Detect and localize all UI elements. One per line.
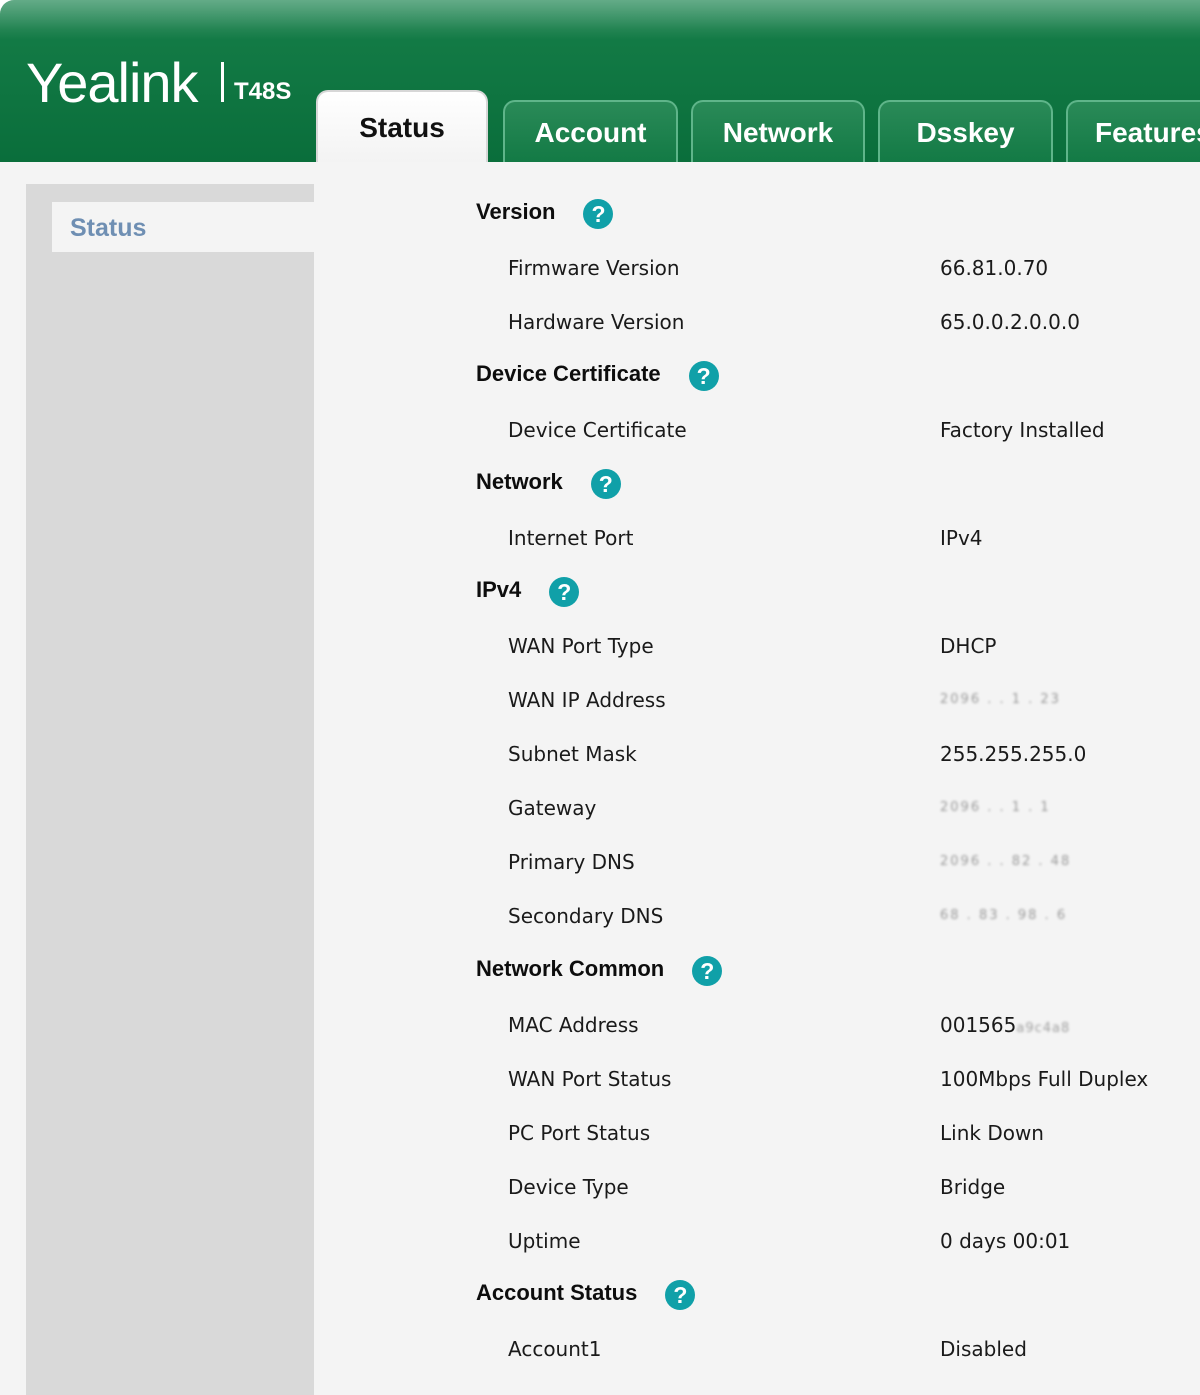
firmware-version-value: 66.81.0.70: [940, 256, 1049, 280]
primary-dns-label: Primary DNS: [508, 850, 635, 874]
pc-port-status-label: PC Port Status: [508, 1121, 651, 1145]
section-ipv4: IPv4 ?: [476, 570, 580, 610]
help-icon[interactable]: ?: [692, 956, 723, 986]
wan-port-status-label: WAN Port Status: [508, 1067, 672, 1091]
wan-port-status-value: 100Mbps Full Duplex: [940, 1067, 1149, 1091]
help-icon[interactable]: ?: [665, 1280, 696, 1310]
internet-port-label: Internet Port: [508, 526, 634, 550]
section-version: Version ?: [476, 192, 614, 232]
uptime-label: Uptime: [508, 1229, 581, 1253]
subnet-mask-value: 255.255.255.0: [940, 742, 1087, 766]
gateway-label: Gateway: [508, 796, 597, 820]
logo-separator: [221, 62, 224, 102]
pc-port-status-value: Link Down: [940, 1121, 1044, 1145]
gateway-value: 2096 . . 1 . 1: [940, 800, 1051, 815]
tab-dsskey[interactable]: Dsskey: [878, 100, 1053, 162]
section-account-status: Account Status ?: [476, 1273, 696, 1313]
wan-ip-address-label: WAN IP Address: [508, 688, 666, 712]
section-device-certificate: Device Certificate ?: [476, 354, 719, 394]
tab-features[interactable]: Features: [1066, 100, 1200, 162]
tab-status[interactable]: Status: [316, 90, 488, 162]
device-type-value: Bridge: [940, 1175, 1006, 1199]
internet-port-value: IPv4: [940, 526, 983, 550]
secondary-dns-value: 68 . 83 . 98 . 6: [940, 908, 1068, 923]
sidebar-item-status[interactable]: Status: [52, 202, 314, 252]
tab-account[interactable]: Account: [503, 100, 678, 162]
section-network: Network ?: [476, 462, 621, 502]
help-icon[interactable]: ?: [688, 361, 719, 391]
section-title-version: Version: [476, 199, 556, 224]
device-certificate-label: Device Certificate: [508, 418, 687, 442]
yealink-logo: Yealink: [26, 51, 199, 114]
secondary-dns-label: Secondary DNS: [508, 904, 664, 928]
hardware-version-label: Hardware Version: [508, 310, 685, 334]
primary-dns-value: 2096 . . 82 . 48: [940, 854, 1072, 869]
device-certificate-value: Factory Installed: [940, 418, 1105, 442]
account1-label: Account1: [508, 1337, 602, 1361]
section-title-device-certificate: Device Certificate: [476, 361, 661, 386]
hardware-version-value: 65.0.0.2.0.0.0: [940, 310, 1080, 334]
section-title-ipv4: IPv4: [476, 577, 522, 602]
section-title-account-status: Account Status: [476, 1280, 638, 1305]
firmware-version-label: Firmware Version: [508, 256, 680, 280]
sidebar: [26, 184, 314, 1395]
wan-port-type-value: DHCP: [940, 634, 997, 658]
tab-network[interactable]: Network: [691, 100, 865, 162]
mac-address-suffix: a9c4a8: [1016, 1021, 1071, 1036]
help-icon[interactable]: ?: [583, 199, 614, 229]
mac-address-prefix: 001565: [940, 1013, 1017, 1037]
help-icon[interactable]: ?: [590, 469, 621, 499]
subnet-mask-label: Subnet Mask: [508, 742, 637, 766]
wan-ip-address-value: 2096 . . 1 . 23: [940, 692, 1061, 707]
section-title-network-common: Network Common: [476, 956, 665, 981]
uptime-value: 0 days 00:01: [940, 1229, 1071, 1253]
wan-port-type-label: WAN Port Type: [508, 634, 654, 658]
mac-address-label: MAC Address: [508, 1013, 639, 1037]
content-panel: [328, 162, 1200, 1395]
section-network-common: Network Common ?: [476, 949, 723, 989]
model-name: T48S: [234, 78, 292, 105]
help-icon[interactable]: ?: [549, 577, 580, 607]
mac-address-value: 001565a9c4a8: [940, 1005, 1070, 1045]
section-title-network: Network: [476, 469, 563, 494]
account1-value: Disabled: [940, 1337, 1027, 1361]
device-type-label: Device Type: [508, 1175, 629, 1199]
